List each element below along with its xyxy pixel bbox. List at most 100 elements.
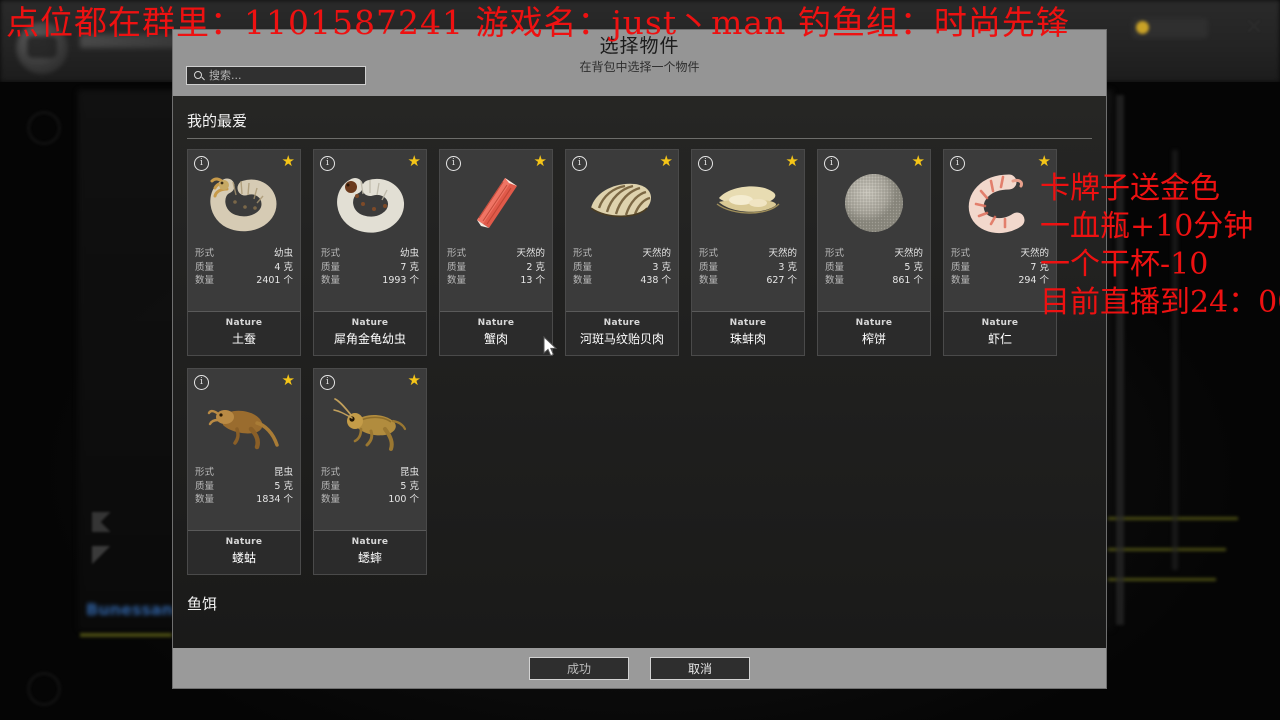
- background-icon-top: [28, 112, 60, 144]
- stat-mass: 质量 7 克: [321, 261, 419, 275]
- stat-label: 质量: [447, 261, 467, 273]
- pearl-mussel-icon: [692, 164, 804, 242]
- stat-value: 3 克: [778, 261, 797, 273]
- item-stats: 形式 昆虫 质量 5 克数量 100 个: [314, 464, 426, 507]
- stat-label: 形式: [825, 248, 845, 259]
- item-stats: 形式 天然的质量 3 克数量 438 个: [566, 245, 678, 288]
- stat-label: 形式: [951, 248, 971, 259]
- background-bar-4: [1108, 578, 1216, 581]
- stat-mass: 质量 7 克: [951, 261, 1049, 275]
- item-thumbnail-area: i ★: [188, 369, 300, 464]
- item-name: 土蚕: [231, 332, 256, 346]
- item-thumbnail-area: i ★: [314, 150, 426, 245]
- stat-label: 数量: [447, 275, 467, 286]
- stat-value: 幼虫: [399, 248, 419, 259]
- dialog-title: 选择物件: [599, 35, 680, 57]
- stat-label: 形式: [573, 248, 593, 259]
- item-card[interactable]: i ★ 形式 昆虫 质量 5 克数量 1834 个 Nature 蝼蛄: [187, 368, 301, 575]
- stat-mass: 质量 3 克: [573, 261, 671, 275]
- item-name: 蝼蛄: [231, 551, 256, 565]
- stat-value: 天然的: [894, 248, 923, 259]
- item-card[interactable]: i ★ 形式 昆虫 质量 5 克数量 100 个 Nature 蟋蟀: [313, 368, 427, 575]
- item-stats: 形式 天然的 质量 3 克数量 627 个: [692, 245, 804, 288]
- cancel-button[interactable]: 取消: [650, 657, 750, 680]
- item-name: 河斑马纹贻贝肉: [579, 332, 664, 346]
- stat-label: 数量: [321, 275, 341, 286]
- stat-quantity: 数量 438 个: [573, 274, 671, 288]
- stat-label: 数量: [321, 494, 341, 505]
- background-close-icon[interactable]: ✕: [1243, 17, 1265, 39]
- item-thumbnail-area: i ★: [692, 150, 804, 245]
- item-thumbnail-area: i ★: [440, 150, 552, 245]
- confirm-button[interactable]: 成功: [529, 657, 629, 680]
- stat-form: 形式 昆虫: [321, 466, 419, 480]
- item-stats: 形式 天然的 质量 7 克数量 294 个: [944, 245, 1056, 288]
- stat-value: 5 克: [904, 261, 923, 273]
- item-card[interactable]: i ★ 形式 天然的 质量 2 克数量 13 个 Nature 蟹肉: [439, 149, 553, 356]
- dialog-actions: 成功 取消: [173, 657, 1106, 680]
- stat-mass: 质量 3 克: [699, 261, 797, 275]
- dialog-header: 选择物件 在背包中选择一个物件: [173, 30, 1106, 96]
- stat-quantity: 数量 2401 个: [195, 274, 293, 288]
- background-scrollbar-left[interactable]: [1116, 95, 1124, 625]
- stat-value: 天然的: [516, 248, 545, 259]
- item-card[interactable]: i ★ 形式 天然的 质量 3 克数量 627 个 Nature 珠蚌肉: [691, 149, 805, 356]
- item-category: Nature: [603, 318, 641, 328]
- item-card[interactable]: i ★ 形式 幼虫 质量 4 克数量 2401 个 Nature 土蚕: [187, 149, 301, 356]
- stat-form: 形式 幼虫: [195, 247, 293, 261]
- background-scrollbar-right[interactable]: [1172, 150, 1178, 570]
- stat-form: 形式 天然的: [951, 247, 1049, 261]
- stat-label: 质量: [321, 480, 341, 492]
- stat-value: 天然的: [768, 248, 797, 259]
- background-glyph-one: [92, 512, 118, 532]
- item-name: 珠蚌肉: [729, 332, 766, 346]
- item-category: Nature: [351, 318, 389, 328]
- rhino-beetle-larva-icon: [314, 164, 426, 242]
- stat-value: 昆虫: [399, 467, 419, 478]
- stat-label: 形式: [195, 248, 215, 259]
- stat-label: 形式: [321, 467, 341, 478]
- section-title-favorites: 我的最爱: [187, 112, 248, 130]
- search-input[interactable]: [209, 69, 359, 82]
- item-footer: Nature 土蚕: [188, 311, 300, 355]
- stat-form: 形式 天然的: [825, 247, 923, 261]
- item-name: 蟹肉: [483, 332, 508, 346]
- stat-value: 3 克: [652, 261, 671, 273]
- item-stats: 形式 幼虫 质量 7 克数量 1993 个: [314, 245, 426, 288]
- item-thumbnail-area: i ★: [314, 369, 426, 464]
- item-thumbnail-area: i ★: [944, 150, 1056, 245]
- item-card[interactable]: i ★ 形式 天然的 质量 3 克数量 438 个 Nature 河斑马纹贻贝肉: [565, 149, 679, 356]
- stat-label: 质量: [573, 261, 593, 273]
- stat-value: 昆虫: [273, 467, 293, 478]
- stat-label: 形式: [447, 248, 467, 259]
- item-card[interactable]: i ★ 形式 天然的 质量 7 克数量 294 个 Nature 虾仁: [943, 149, 1057, 356]
- item-category: Nature: [855, 318, 893, 328]
- item-stats: 形式 幼虫 质量 4 克数量 2401 个: [188, 245, 300, 288]
- coin-icon: [1136, 21, 1149, 34]
- item-name: 榨饼: [861, 332, 886, 346]
- background-icon-bottom: [28, 673, 60, 705]
- stat-quantity: 数量 627 个: [699, 274, 797, 288]
- item-category: Nature: [225, 537, 263, 547]
- stat-value: 1834 个: [256, 494, 293, 505]
- stat-value: 天然的: [642, 248, 671, 259]
- stat-quantity: 数量 861 个: [825, 274, 923, 288]
- stat-label: 数量: [699, 275, 719, 286]
- stat-quantity: 数量 1993 个: [321, 274, 419, 288]
- crab-meat-icon: [440, 164, 552, 242]
- select-item-dialog: 选择物件 在背包中选择一个物件 我的最爱 i★ 形式 幼虫质量 4 克数量 2401 …: [173, 30, 1106, 688]
- background-glyph-two: [92, 546, 114, 564]
- shrimp-icon: [944, 164, 1056, 242]
- stat-value: 438 个: [640, 275, 671, 286]
- search-box[interactable]: [186, 66, 366, 85]
- item-footer: Nature 蟹肉: [440, 311, 552, 355]
- stat-value: 7 克: [1030, 261, 1049, 273]
- item-card[interactable]: i ★ 形式 天然的 质量 5 克数量 861 个 Nature 榨饼: [817, 149, 931, 356]
- stat-label: 质量: [699, 261, 719, 273]
- item-card[interactable]: i ★ 形式 幼虫 质量 7 克数量 1993 个 Nature 犀角金龟幼虫: [313, 149, 427, 356]
- item-footer: Nature 犀角金龟幼虫: [314, 311, 426, 355]
- dialog-footer: 成功 取消: [173, 648, 1106, 688]
- stat-value: 2 克: [526, 261, 545, 273]
- stat-value: 幼虫: [273, 248, 293, 259]
- item-footer: Nature 蝼蛄: [188, 530, 300, 574]
